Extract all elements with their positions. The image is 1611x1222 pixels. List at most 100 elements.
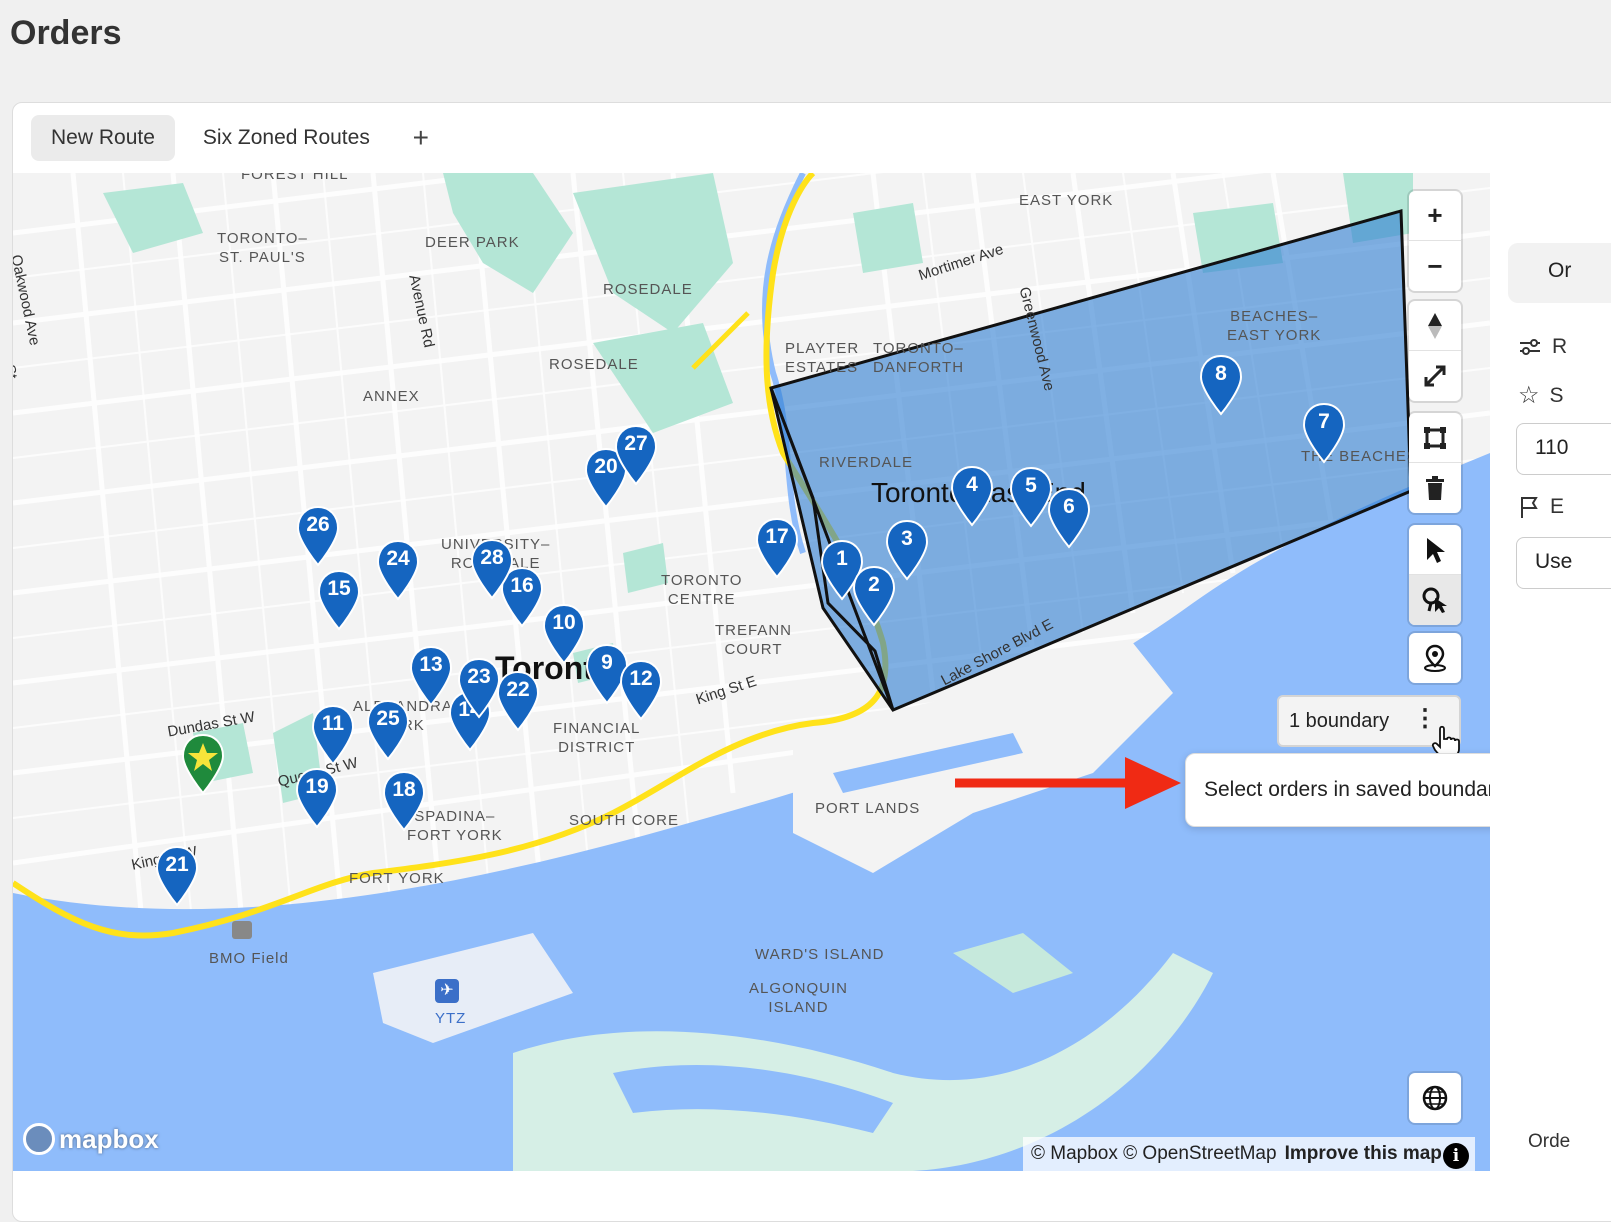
select-orders-in-boundary-option[interactable]: Select orders in saved boundary bbox=[1204, 778, 1490, 802]
order-pin-number: 12 bbox=[629, 667, 653, 690]
order-pin-number: 24 bbox=[386, 547, 410, 570]
order-pin[interactable]: 6 bbox=[1046, 487, 1092, 549]
mapbox-attribution-link[interactable]: © Mapbox bbox=[1031, 1143, 1118, 1165]
side-row-label: R bbox=[1552, 335, 1568, 358]
map-label: WARD'S ISLAND bbox=[755, 946, 885, 963]
boundary-selector[interactable]: 1 boundary ⋮ bbox=[1277, 695, 1461, 758]
order-pin[interactable]: 4 bbox=[949, 465, 995, 527]
globe-button[interactable] bbox=[1409, 1073, 1461, 1123]
order-pin-number: 3 bbox=[901, 527, 913, 550]
map-label: PLAYTER ESTATES bbox=[785, 340, 860, 376]
side-row-end[interactable]: E bbox=[1518, 495, 1564, 519]
order-pin-number: 19 bbox=[305, 775, 329, 798]
order-pin-number: 17 bbox=[765, 525, 789, 548]
side-row-label: S bbox=[1549, 383, 1564, 407]
depot-star-pin-icon[interactable] bbox=[180, 733, 226, 795]
order-pin-number: 23 bbox=[467, 665, 491, 688]
map-label: DEER PARK bbox=[425, 234, 520, 251]
map-label: BMO Field bbox=[209, 950, 289, 967]
order-pin-number: 11 bbox=[321, 712, 345, 735]
boundary-label: 1 boundary bbox=[1289, 709, 1390, 732]
order-pin-number: 10 bbox=[552, 611, 576, 634]
mapbox-logo-icon bbox=[23, 1123, 55, 1155]
map-label: TORONTO CENTRE bbox=[661, 572, 743, 608]
side-row-settings[interactable]: R bbox=[1518, 335, 1567, 359]
lasso-select-button[interactable] bbox=[1409, 575, 1461, 625]
order-pin[interactable]: 7 bbox=[1301, 402, 1347, 464]
globe-controls bbox=[1409, 1073, 1461, 1123]
side-row-label: E bbox=[1550, 495, 1565, 518]
minus-icon: − bbox=[1427, 250, 1443, 281]
order-pin[interactable]: 15 bbox=[316, 569, 362, 631]
order-pin-number: 8 bbox=[1215, 362, 1227, 385]
order-pin[interactable]: 8 bbox=[1198, 354, 1244, 416]
polygon-icon bbox=[1424, 426, 1446, 449]
compass-icon bbox=[1428, 312, 1442, 339]
delete-boundary-button[interactable] bbox=[1409, 463, 1461, 513]
order-pin[interactable]: 25 bbox=[365, 699, 411, 761]
order-pin[interactable]: 21 bbox=[154, 845, 200, 907]
order-pin[interactable]: 23 bbox=[456, 657, 502, 719]
expand-icon bbox=[1424, 365, 1446, 387]
mapbox-logo: mapbox bbox=[23, 1123, 159, 1155]
tab-new-route[interactable]: New Route bbox=[31, 115, 175, 161]
map-label: BEACHES– EAST YORK bbox=[1227, 308, 1322, 344]
stadium-icon bbox=[232, 921, 252, 939]
zoom-in-button[interactable]: + bbox=[1409, 191, 1461, 241]
map-canvas[interactable]: FOREST HILL TORONTO– ST. PAUL'S DEER PAR… bbox=[13, 173, 1490, 1171]
map-label: ROSEDALE bbox=[603, 281, 693, 298]
select-tool-button[interactable] bbox=[1409, 525, 1461, 575]
improve-map-link[interactable]: Improve this map bbox=[1285, 1143, 1442, 1165]
side-panel-button[interactable]: Or bbox=[1508, 243, 1611, 303]
side-row-start[interactable]: ☆ S bbox=[1518, 381, 1564, 410]
zoom-out-button[interactable]: − bbox=[1409, 241, 1461, 291]
plus-icon: + bbox=[412, 122, 429, 153]
view-controls bbox=[1409, 301, 1461, 401]
map-label: FINANCIAL DISTRICT bbox=[553, 720, 641, 756]
location-pin-icon bbox=[1424, 644, 1446, 672]
select-orders-popover[interactable]: Select orders in saved boundary bbox=[1185, 753, 1490, 827]
order-pin[interactable]: 11 bbox=[310, 704, 356, 766]
order-pin[interactable]: 19 bbox=[294, 767, 340, 829]
globe-icon bbox=[1422, 1085, 1448, 1111]
info-icon[interactable]: i bbox=[1443, 1143, 1469, 1169]
side-footer-text: Orde bbox=[1528, 1131, 1571, 1152]
airport-icon: ✈ bbox=[435, 979, 459, 1003]
draw-polygon-button[interactable] bbox=[1409, 413, 1461, 463]
location-controls bbox=[1409, 633, 1461, 683]
order-pin[interactable]: 12 bbox=[618, 659, 664, 721]
page-title: Orders bbox=[10, 14, 122, 52]
side-input-start[interactable]: 110 bbox=[1516, 423, 1611, 475]
order-pin[interactable]: 26 bbox=[295, 505, 341, 567]
map-label: TREFANN COURT bbox=[715, 622, 793, 658]
order-pin[interactable]: 10 bbox=[541, 603, 587, 665]
order-pin[interactable]: 3 bbox=[884, 519, 930, 581]
osm-attribution-link[interactable]: © OpenStreetMap bbox=[1123, 1143, 1276, 1165]
order-pin-number: 7 bbox=[1318, 410, 1330, 433]
side-input-end[interactable]: Use bbox=[1516, 537, 1611, 589]
add-tab-button[interactable]: + bbox=[398, 115, 444, 161]
order-pin-number: 6 bbox=[1063, 495, 1075, 518]
order-pin[interactable]: 18 bbox=[381, 770, 427, 832]
sliders-icon bbox=[1520, 339, 1540, 355]
order-pin[interactable]: 27 bbox=[613, 424, 659, 486]
location-button[interactable] bbox=[1409, 633, 1461, 683]
order-pin-number: 27 bbox=[624, 432, 648, 455]
order-pin-number: 26 bbox=[306, 513, 330, 536]
order-pin[interactable]: 24 bbox=[375, 539, 421, 601]
flag-icon bbox=[1521, 497, 1538, 518]
mapbox-wordmark: mapbox bbox=[59, 1123, 159, 1154]
order-pin[interactable]: 17 bbox=[754, 517, 800, 579]
tab-six-zoned-routes[interactable]: Six Zoned Routes bbox=[183, 115, 390, 161]
order-pin-number: 25 bbox=[376, 707, 400, 730]
map-label: FOREST HILL bbox=[241, 173, 349, 183]
compass-button[interactable] bbox=[1409, 301, 1461, 351]
trash-icon bbox=[1426, 476, 1444, 500]
cursor-icon bbox=[1427, 537, 1445, 563]
select-controls bbox=[1409, 525, 1461, 625]
fullscreen-button[interactable] bbox=[1409, 351, 1461, 401]
map-label: YTZ bbox=[435, 1010, 467, 1027]
map-label: TORONTO– ST. PAUL'S bbox=[217, 230, 308, 266]
order-pin[interactable]: 28 bbox=[469, 538, 515, 600]
map-label: TORONTO– DANFORTH bbox=[873, 340, 965, 376]
